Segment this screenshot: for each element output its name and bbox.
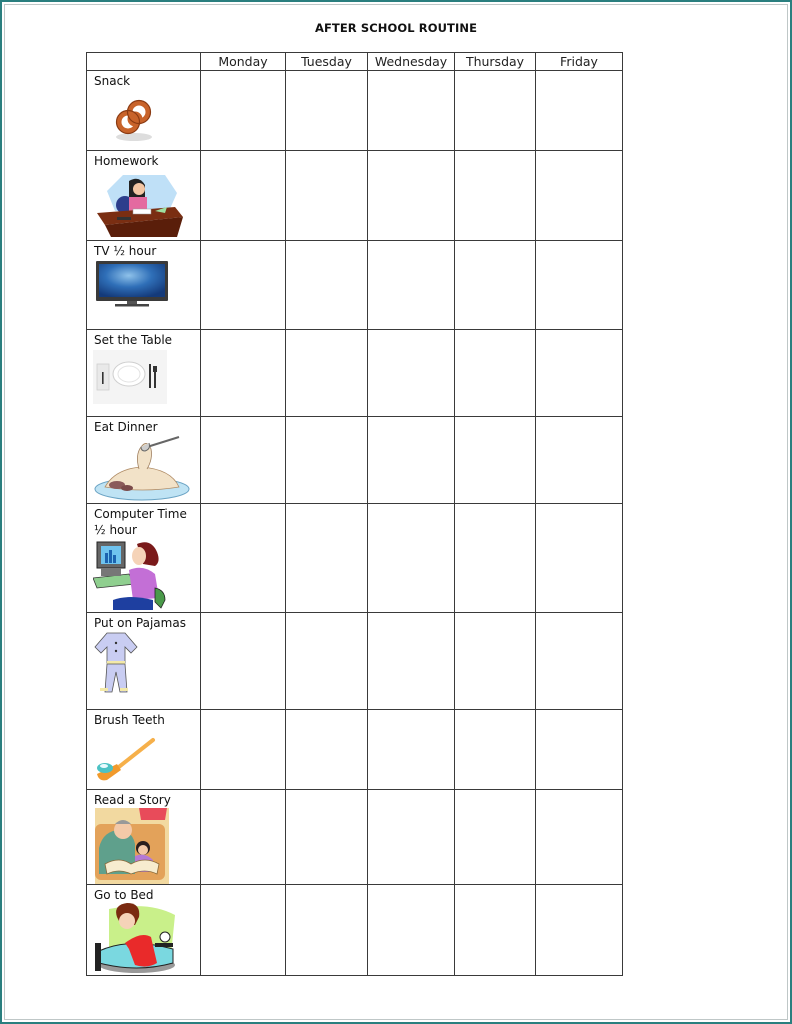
task-row: Eat Dinner <box>86 416 623 504</box>
day-header-tuesday: Tuesday <box>285 52 368 71</box>
student-at-desk-icon <box>97 175 183 237</box>
toothbrush-icon <box>97 738 155 781</box>
check-cell-monday[interactable] <box>200 884 286 976</box>
check-cell-friday[interactable] <box>535 884 623 976</box>
check-cell-wednesday[interactable] <box>367 240 455 330</box>
task-label: Read a Story <box>94 793 171 807</box>
woman-in-bed-alarm-icon <box>95 903 175 973</box>
check-cell-thursday[interactable] <box>454 884 536 976</box>
task-label: Brush Teeth <box>94 713 165 727</box>
task-label: Homework <box>94 154 159 168</box>
check-cell-monday[interactable] <box>200 789 286 885</box>
task-cell-snack: Snack <box>86 70 201 151</box>
check-cell-friday[interactable] <box>535 240 623 330</box>
day-header-thursday: Thursday <box>454 52 536 71</box>
task-cell-homework: Homework <box>86 150 201 241</box>
task-cell-brush-teeth: Brush Teeth <box>86 709 201 790</box>
check-cell-wednesday[interactable] <box>367 612 455 710</box>
task-row: Go to Bed <box>86 884 623 976</box>
check-cell-wednesday[interactable] <box>367 329 455 417</box>
check-cell-monday[interactable] <box>200 416 286 504</box>
check-cell-tuesday[interactable] <box>285 884 368 976</box>
task-row: Snack <box>86 70 623 151</box>
grandpa-reading-icon <box>95 808 169 884</box>
task-row: Set the Table <box>86 329 623 417</box>
task-label: TV ½ hour <box>94 244 157 258</box>
task-cell-tv: TV ½ hour <box>86 240 201 330</box>
task-label: Snack <box>94 74 131 88</box>
check-cell-tuesday[interactable] <box>285 70 368 151</box>
check-cell-friday[interactable] <box>535 789 623 885</box>
check-cell-wednesday[interactable] <box>367 416 455 504</box>
check-cell-tuesday[interactable] <box>285 709 368 790</box>
task-row: Homework <box>86 150 623 241</box>
task-label: Go to Bed <box>94 888 154 902</box>
check-cell-friday[interactable] <box>535 709 623 790</box>
check-cell-monday[interactable] <box>200 70 286 151</box>
task-label: Put on Pajamas <box>94 616 186 630</box>
check-cell-thursday[interactable] <box>454 789 536 885</box>
check-cell-tuesday[interactable] <box>285 612 368 710</box>
girl-at-computer-icon <box>93 541 166 610</box>
check-cell-thursday[interactable] <box>454 503 536 613</box>
check-cell-wednesday[interactable] <box>367 884 455 976</box>
check-cell-monday[interactable] <box>200 240 286 330</box>
check-cell-wednesday[interactable] <box>367 503 455 613</box>
task-label: Computer Time ½ hour <box>94 507 187 537</box>
television-icon <box>96 261 168 307</box>
check-cell-friday[interactable] <box>535 612 623 710</box>
task-cell-go-to-bed: Go to Bed <box>86 884 201 976</box>
check-cell-friday[interactable] <box>535 329 623 417</box>
check-cell-monday[interactable] <box>200 612 286 710</box>
check-cell-tuesday[interactable] <box>285 503 368 613</box>
task-cell-put-on-pajamas: Put on Pajamas <box>86 612 201 710</box>
check-cell-monday[interactable] <box>200 709 286 790</box>
task-cell-computer-time: Computer Time ½ hour <box>86 503 201 613</box>
check-cell-thursday[interactable] <box>454 612 536 710</box>
check-cell-wednesday[interactable] <box>367 150 455 241</box>
check-cell-thursday[interactable] <box>454 150 536 241</box>
task-row: Computer Time ½ hour <box>86 503 623 613</box>
pretzel-icon <box>115 99 152 141</box>
spaghetti-plate-icon <box>94 436 190 501</box>
header-row: Monday Tuesday Wednesday Thursday Friday <box>86 52 623 71</box>
check-cell-tuesday[interactable] <box>285 416 368 504</box>
corner-header <box>86 52 201 71</box>
task-label: Set the Table <box>94 333 173 347</box>
check-cell-monday[interactable] <box>200 503 286 613</box>
place-setting-icon <box>93 350 167 404</box>
check-cell-friday[interactable] <box>535 416 623 504</box>
pajamas-icon <box>94 632 138 693</box>
check-cell-tuesday[interactable] <box>285 150 368 241</box>
task-row: Read a Story <box>86 789 623 885</box>
check-cell-tuesday[interactable] <box>285 329 368 417</box>
routine-chart: Monday Tuesday Wednesday Thursday Friday… <box>86 52 623 976</box>
day-header-friday: Friday <box>535 52 623 71</box>
check-cell-friday[interactable] <box>535 70 623 151</box>
check-cell-wednesday[interactable] <box>367 709 455 790</box>
day-header-monday: Monday <box>200 52 286 71</box>
check-cell-tuesday[interactable] <box>285 789 368 885</box>
check-cell-thursday[interactable] <box>454 329 536 417</box>
task-row: Brush Teeth <box>86 709 623 790</box>
check-cell-thursday[interactable] <box>454 709 536 790</box>
check-cell-wednesday[interactable] <box>367 70 455 151</box>
check-cell-friday[interactable] <box>535 503 623 613</box>
task-row: TV ½ hour <box>86 240 623 330</box>
check-cell-friday[interactable] <box>535 150 623 241</box>
task-cell-read-a-story: Read a Story <box>86 789 201 885</box>
page-title: AFTER SCHOOL ROUTINE <box>314 21 478 35</box>
check-cell-wednesday[interactable] <box>367 789 455 885</box>
check-cell-thursday[interactable] <box>454 416 536 504</box>
task-row: Put on Pajamas <box>86 612 623 710</box>
check-cell-thursday[interactable] <box>454 70 536 151</box>
day-header-wednesday: Wednesday <box>367 52 455 71</box>
task-cell-set-the-table: Set the Table <box>86 329 201 417</box>
check-cell-tuesday[interactable] <box>285 240 368 330</box>
task-cell-eat-dinner: Eat Dinner <box>86 416 201 504</box>
check-cell-thursday[interactable] <box>454 240 536 330</box>
check-cell-monday[interactable] <box>200 150 286 241</box>
check-cell-monday[interactable] <box>200 329 286 417</box>
